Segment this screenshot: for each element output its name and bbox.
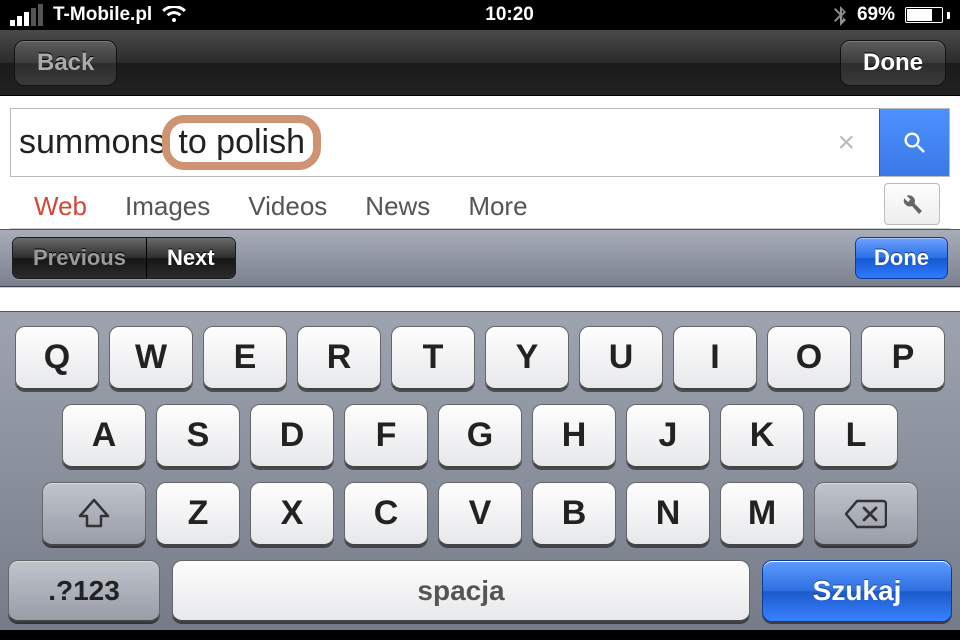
key-x[interactable]: X — [250, 482, 334, 546]
key-u[interactable]: U — [579, 326, 663, 390]
key-c[interactable]: C — [344, 482, 428, 546]
key-k[interactable]: K — [720, 404, 804, 468]
prev-next-segment: Previous Next — [12, 237, 236, 279]
back-button[interactable]: Back — [14, 40, 117, 86]
next-button[interactable]: Next — [147, 238, 235, 278]
wifi-icon — [162, 6, 186, 24]
backspace-icon — [845, 499, 887, 529]
wrench-icon — [900, 192, 924, 216]
bluetooth-icon — [833, 4, 847, 26]
clear-search-icon[interactable]: × — [821, 126, 871, 160]
key-v[interactable]: V — [438, 482, 522, 546]
search-tabs: Web Images Videos News More — [10, 177, 950, 229]
keyboard: QWERTYUIOP ASDFGHJKL ZXCVBNM .?123 spacj… — [0, 311, 960, 630]
tab-news[interactable]: News — [365, 191, 430, 222]
previous-button[interactable]: Previous — [13, 238, 147, 278]
search-highlight: to polish — [162, 115, 321, 170]
shift-key[interactable] — [42, 482, 146, 546]
key-j[interactable]: J — [626, 404, 710, 468]
key-m[interactable]: M — [720, 482, 804, 546]
search-area: summons to polish × Web Images Videos Ne… — [0, 96, 960, 229]
key-t[interactable]: T — [391, 326, 475, 390]
key-r[interactable]: R — [297, 326, 381, 390]
search-query-text: summons — [19, 123, 166, 162]
battery-percent: 69% — [857, 4, 895, 26]
tab-web[interactable]: Web — [34, 191, 87, 222]
key-a[interactable]: A — [62, 404, 146, 468]
key-e[interactable]: E — [203, 326, 287, 390]
key-b[interactable]: B — [532, 482, 616, 546]
tab-more[interactable]: More — [468, 191, 527, 222]
key-d[interactable]: D — [250, 404, 334, 468]
key-s[interactable]: S — [156, 404, 240, 468]
search-icon — [901, 129, 929, 157]
key-w[interactable]: W — [109, 326, 193, 390]
search-button[interactable] — [879, 109, 949, 176]
done-button[interactable]: Done — [840, 40, 946, 86]
search-input[interactable]: summons to polish × — [11, 109, 879, 176]
key-y[interactable]: Y — [485, 326, 569, 390]
key-g[interactable]: G — [438, 404, 522, 468]
status-bar: T-Mobile.pl 10:20 69% — [0, 0, 960, 30]
key-h[interactable]: H — [532, 404, 616, 468]
key-z[interactable]: Z — [156, 482, 240, 546]
key-l[interactable]: L — [814, 404, 898, 468]
signal-strength-icon — [10, 4, 43, 26]
navigation-bar: Back Done — [0, 30, 960, 96]
form-assistant-bar: Previous Next Done — [0, 229, 960, 287]
key-o[interactable]: O — [767, 326, 851, 390]
key-i[interactable]: I — [673, 326, 757, 390]
battery-icon — [905, 7, 950, 23]
result-peek — [0, 287, 960, 311]
carrier-label: T-Mobile.pl — [53, 4, 152, 26]
mode-key[interactable]: .?123 — [8, 560, 160, 622]
key-p[interactable]: P — [861, 326, 945, 390]
backspace-key[interactable] — [814, 482, 918, 546]
key-q[interactable]: Q — [15, 326, 99, 390]
tab-images[interactable]: Images — [125, 191, 210, 222]
shift-icon — [77, 498, 111, 530]
settings-button[interactable] — [884, 183, 940, 225]
tab-videos[interactable]: Videos — [248, 191, 327, 222]
clock: 10:20 — [485, 4, 534, 26]
keyboard-done-button[interactable]: Done — [855, 237, 948, 279]
space-key[interactable]: spacja — [172, 560, 750, 622]
search-action-key[interactable]: Szukaj — [762, 560, 952, 622]
key-n[interactable]: N — [626, 482, 710, 546]
key-f[interactable]: F — [344, 404, 428, 468]
